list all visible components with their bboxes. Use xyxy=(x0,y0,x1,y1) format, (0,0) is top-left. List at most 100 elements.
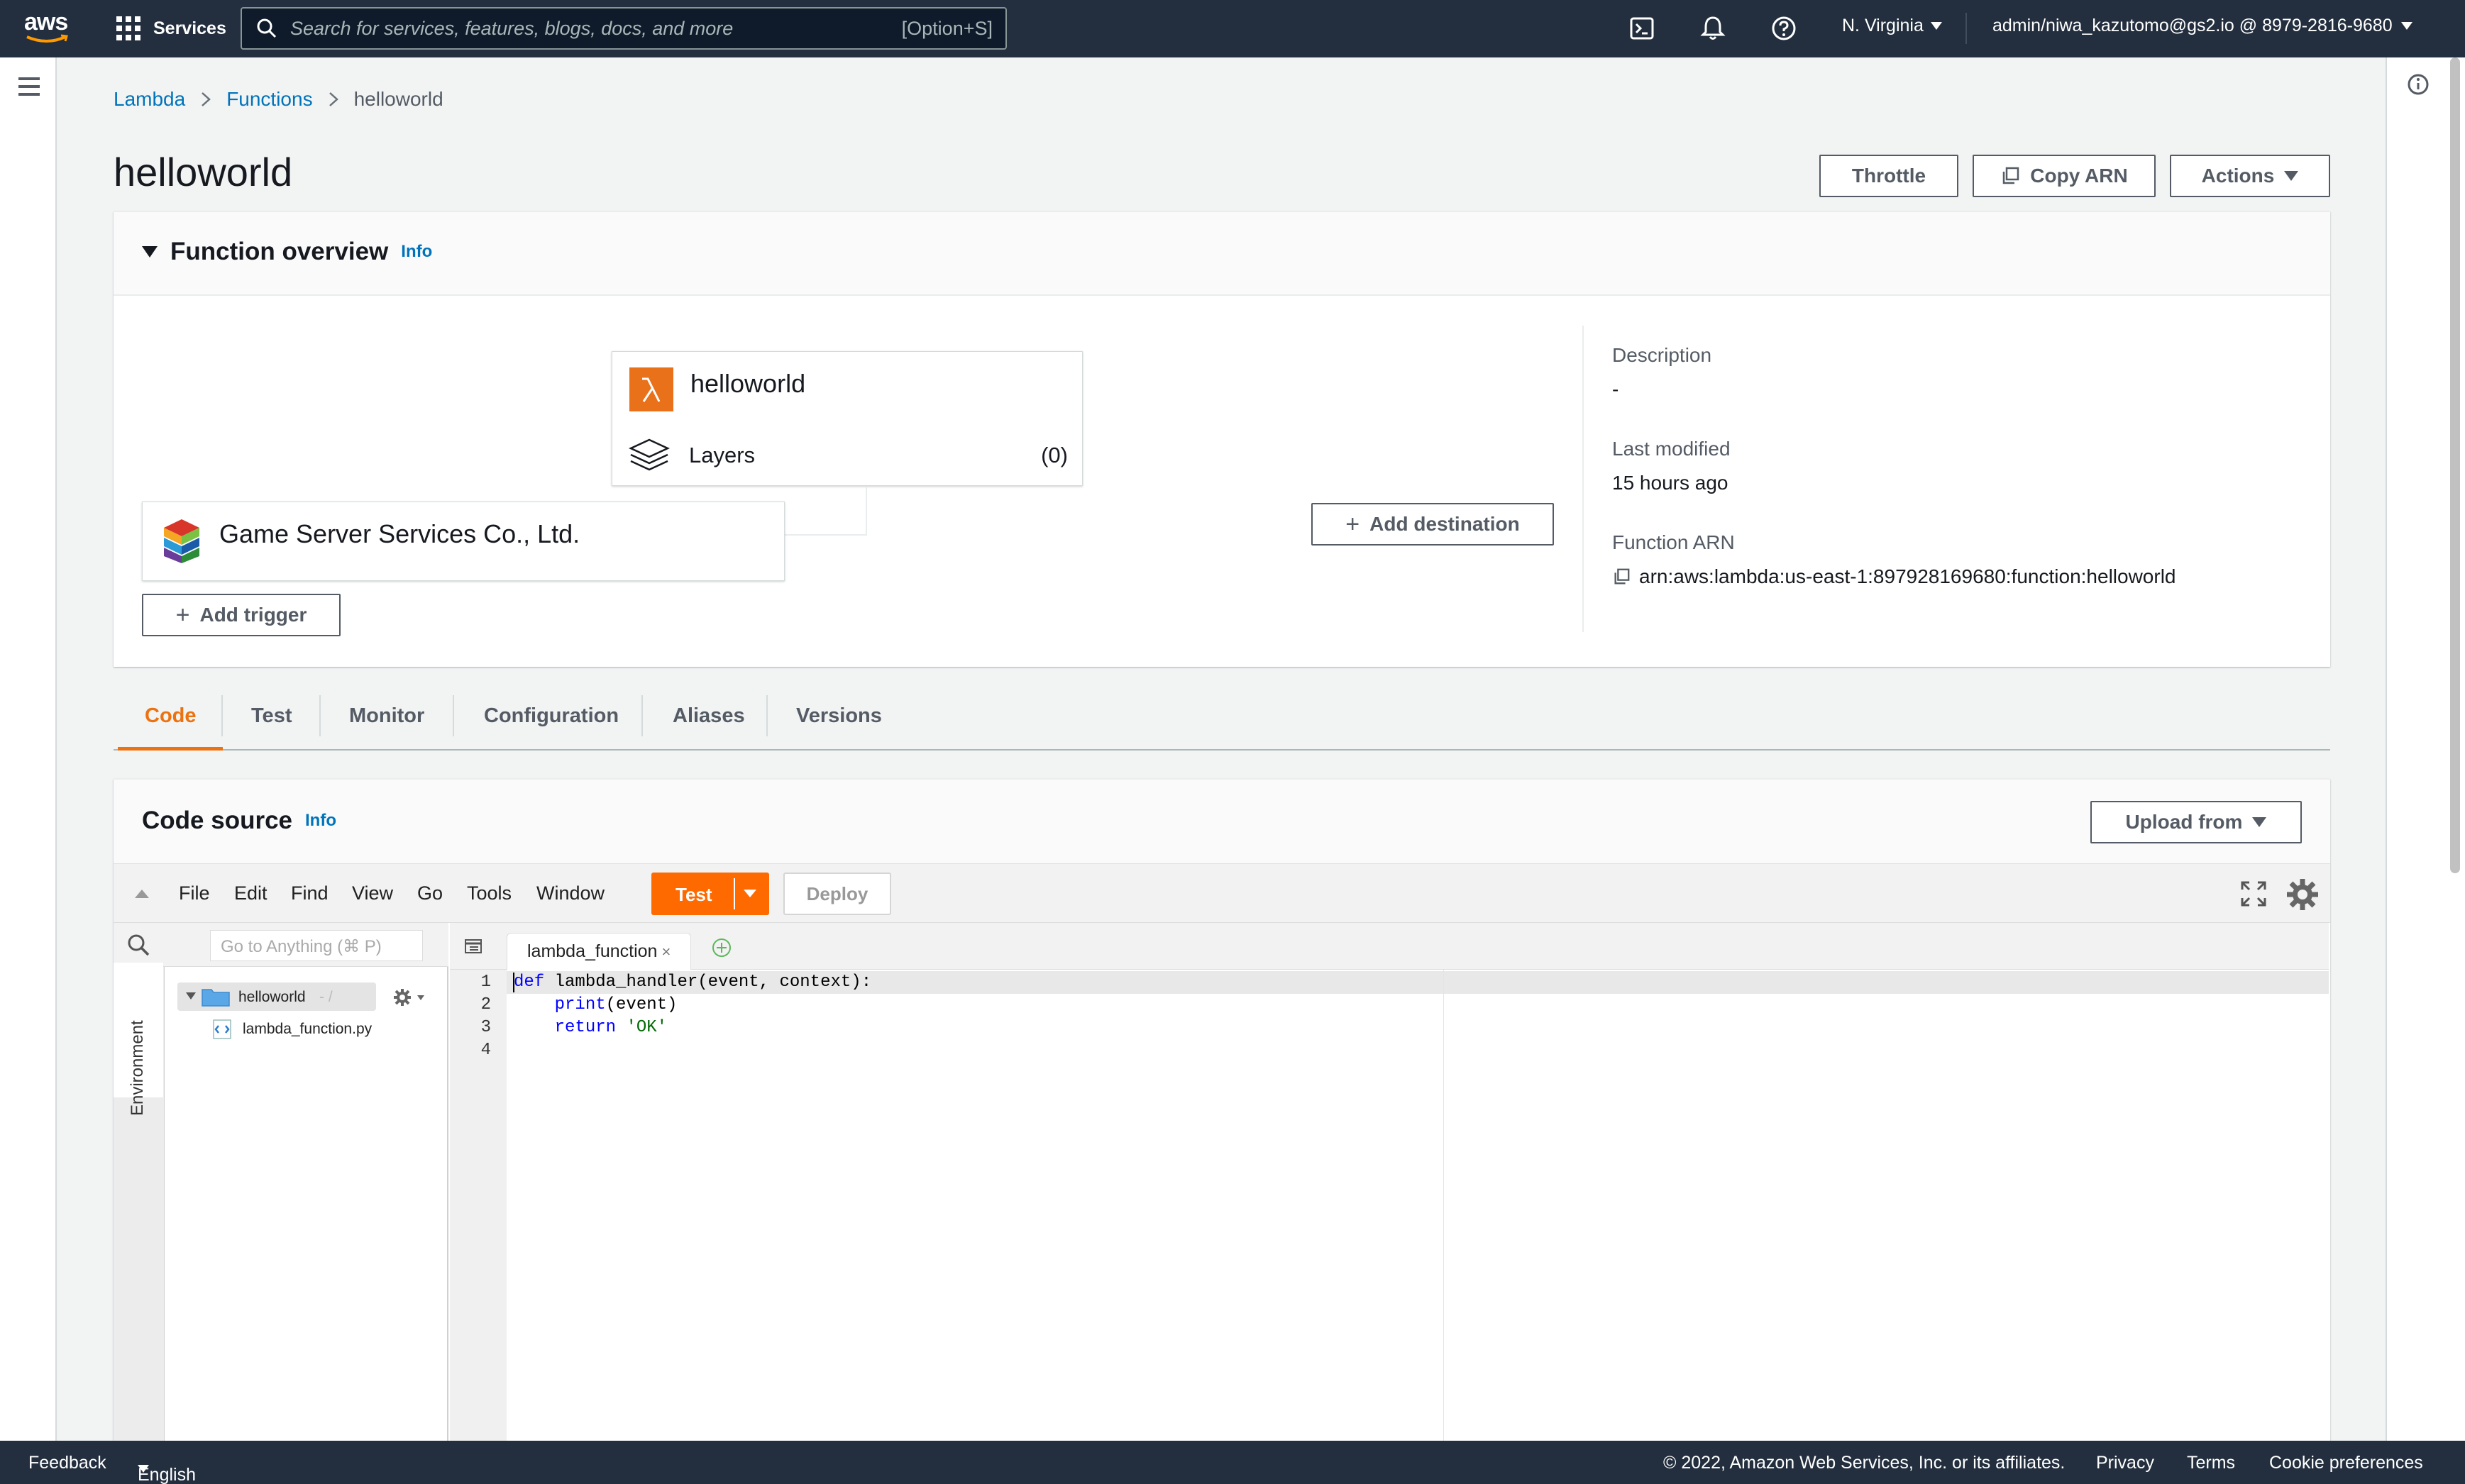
menu-go[interactable]: Go xyxy=(417,882,443,904)
tree-folder-row[interactable]: helloworld - / xyxy=(177,982,376,1011)
caret-down-icon[interactable] xyxy=(186,992,196,1001)
close-icon[interactable]: × xyxy=(661,943,671,961)
function-overview-header[interactable]: Function overview Info xyxy=(114,212,2330,296)
help-icon[interactable] xyxy=(1770,14,1798,43)
feedback-link[interactable]: Feedback xyxy=(28,1453,106,1473)
menu-view[interactable]: View xyxy=(352,882,393,904)
tab-monitor[interactable]: Monitor xyxy=(349,681,424,751)
terms-link[interactable]: Terms xyxy=(2187,1453,2235,1473)
function-overview-title: Function overview xyxy=(170,238,389,265)
add-trigger-button[interactable]: + Add trigger xyxy=(142,594,341,636)
tab-test-label: Test xyxy=(251,704,292,727)
tab-configuration[interactable]: Configuration xyxy=(484,681,619,751)
editor-tab-label: lambda_function xyxy=(527,941,658,961)
grid-icon xyxy=(116,16,140,40)
aws-logo-text: aws xyxy=(24,9,68,35)
menu-find[interactable]: Find xyxy=(291,882,329,904)
tab-divider xyxy=(319,695,321,736)
menu-file[interactable]: File xyxy=(179,882,210,904)
code-keyword: print xyxy=(514,995,606,1014)
collapse-up-icon[interactable] xyxy=(133,888,150,899)
upload-from-label: Upload from xyxy=(2125,811,2243,833)
add-tab-icon[interactable] xyxy=(711,937,732,958)
environment-tab[interactable]: Environment xyxy=(114,963,163,1116)
search-bar[interactable]: Search for services, features, blogs, do… xyxy=(241,7,1007,50)
folder-suffix: - / xyxy=(319,989,333,1005)
bell-icon[interactable] xyxy=(1699,14,1727,43)
tab-test[interactable]: Test xyxy=(251,681,292,751)
breadcrumb-functions[interactable]: Functions xyxy=(226,88,312,111)
deploy-button[interactable]: Deploy xyxy=(783,873,891,915)
account-label: admin/niwa_kazutomo@gs2.io @ 8979-2816-9… xyxy=(1992,16,2393,35)
caret-down-icon[interactable] xyxy=(744,890,756,897)
editor-tab-lambda-function[interactable]: lambda_function × xyxy=(507,933,691,970)
function-tabs: Code Test Monitor Configuration Aliases … xyxy=(114,681,2330,751)
search-shortcut: [Option+S] xyxy=(901,17,993,39)
actions-button[interactable]: Actions xyxy=(2170,155,2330,197)
menu-edit[interactable]: Edit xyxy=(234,882,268,904)
copy-icon[interactable] xyxy=(1612,567,1631,586)
page-scrollbar[interactable] xyxy=(2447,57,2465,1441)
privacy-link[interactable]: Privacy xyxy=(2096,1453,2154,1473)
gs2-logo-icon xyxy=(164,519,199,563)
actions-label: Actions xyxy=(2201,165,2275,187)
fullscreen-icon[interactable] xyxy=(2239,880,2268,908)
upload-from-button[interactable]: Upload from xyxy=(2090,801,2302,843)
tree-file-row[interactable]: lambda_function.py xyxy=(211,1018,372,1041)
print-margin xyxy=(1443,970,1444,1441)
account-menu[interactable]: admin/niwa_kazutomo@gs2.io @ 8979-2816-9… xyxy=(1992,16,2412,36)
plus-icon: + xyxy=(1345,510,1360,538)
layers-icon xyxy=(629,438,670,471)
cookie-preferences-link[interactable]: Cookie preferences xyxy=(2269,1453,2423,1473)
editor-tab-bar: lambda_function × xyxy=(450,923,2329,970)
chevron-right-icon xyxy=(202,92,211,106)
nav-divider xyxy=(1965,13,1967,44)
add-destination-button[interactable]: + Add destination xyxy=(1311,503,1554,546)
copy-arn-button[interactable]: Copy ARN xyxy=(1973,155,2156,197)
function-card[interactable]: helloworld Layers (0) xyxy=(612,351,1083,486)
function-arn-row[interactable]: arn:aws:lambda:us-east-1:897928169680:fu… xyxy=(1612,565,2176,588)
test-split-button[interactable]: Test xyxy=(651,873,769,915)
code-line-3: return 'OK' xyxy=(514,1018,667,1037)
throttle-button[interactable]: Throttle xyxy=(1819,155,1958,197)
breadcrumb-lambda[interactable]: Lambda xyxy=(114,88,185,111)
tab-code-label: Code xyxy=(145,704,197,727)
scrollbar-thumb[interactable] xyxy=(2450,57,2460,873)
services-menu[interactable]: Services xyxy=(116,13,226,44)
file-name: lambda_function.py xyxy=(243,1021,373,1037)
description-label: Description xyxy=(1612,344,1712,366)
search-icon[interactable] xyxy=(126,933,150,957)
trigger-name: Game Server Services Co., Ltd. xyxy=(219,519,580,548)
cloudshell-icon[interactable] xyxy=(1628,14,1656,43)
info-icon[interactable] xyxy=(2407,73,2430,96)
tab-list-icon[interactable] xyxy=(463,937,484,957)
menu-tools[interactable]: Tools xyxy=(467,882,512,904)
text-cursor xyxy=(513,973,514,992)
page-title: helloworld xyxy=(114,150,293,194)
layers-row[interactable]: Layers (0) xyxy=(628,437,1068,474)
info-link[interactable]: Info xyxy=(305,811,336,831)
code-keyword: return xyxy=(514,1018,617,1037)
collapse-caret-icon[interactable] xyxy=(142,246,158,258)
info-link[interactable]: Info xyxy=(401,242,432,262)
function-overview-panel: Function overview Info helloworld Layers… xyxy=(114,211,2330,667)
tab-code[interactable]: Code xyxy=(145,681,197,751)
hamburger-menu-icon[interactable] xyxy=(18,77,40,96)
tree-settings-gear-icon[interactable] xyxy=(393,988,429,1007)
aws-logo[interactable]: aws xyxy=(24,10,74,45)
gear-icon[interactable] xyxy=(2285,877,2320,912)
code-editor[interactable]: lambda_function × 1 2 3 4 def lambda_han… xyxy=(450,923,2329,1441)
code-string: 'OK' xyxy=(626,1018,668,1037)
tab-versions[interactable]: Versions xyxy=(796,681,882,751)
environment-rail: Environment xyxy=(114,923,165,1441)
menu-window[interactable]: Window xyxy=(536,882,605,904)
file-tree-pane: Go to Anything (⌘ P) helloworld - / lamb… xyxy=(165,923,448,1441)
trigger-card[interactable]: Game Server Services Co., Ltd. xyxy=(142,502,785,581)
tab-aliases[interactable]: Aliases xyxy=(673,681,745,751)
copy-arn-label: Copy ARN xyxy=(2030,165,2128,187)
add-trigger-label: Add trigger xyxy=(199,604,307,626)
tab-monitor-label: Monitor xyxy=(349,704,425,727)
goto-anything-input[interactable]: Go to Anything (⌘ P) xyxy=(210,930,423,961)
region-selector[interactable]: N. Virginia xyxy=(1842,16,1942,36)
folder-name: helloworld xyxy=(238,989,306,1005)
